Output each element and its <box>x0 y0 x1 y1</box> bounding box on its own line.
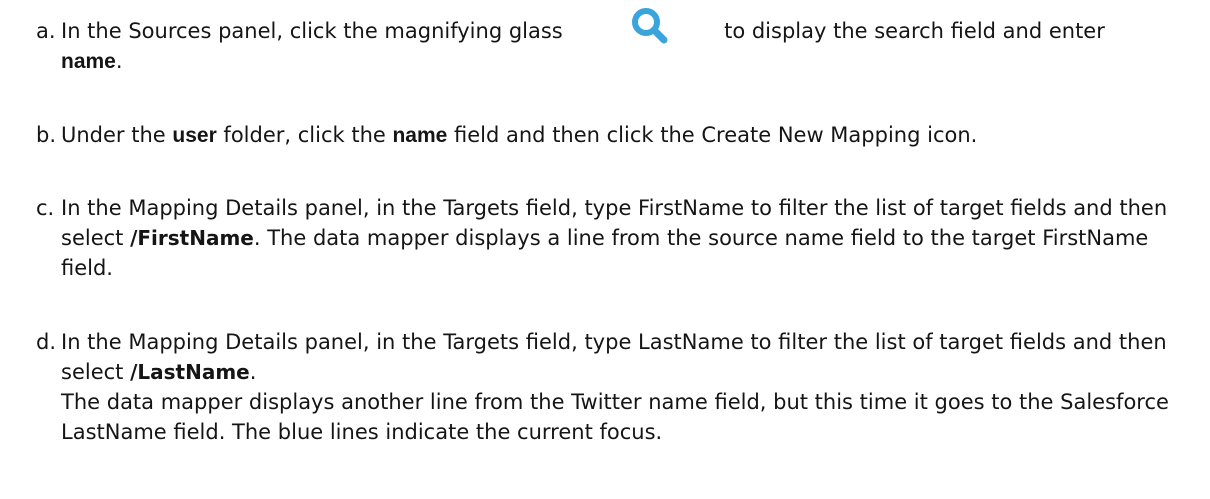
create-new-mapping-label: Create New Mapping <box>701 123 921 147</box>
step-marker: b. <box>36 123 57 147</box>
name-term: name <box>61 50 116 73</box>
step-a: a. In the Sources panel, click the magni… <box>36 8 1196 77</box>
targets-label: Targets <box>443 196 520 220</box>
search-icon <box>632 8 668 44</box>
name-term: name <box>784 226 845 250</box>
step-text: Under the user folder, click the name fi… <box>61 123 978 147</box>
step-text: In the Sources panel, click the magnifyi… <box>61 8 1196 77</box>
step-d: d. In the Mapping Details panel, in the … <box>36 327 1196 447</box>
sources-panel-label: Sources <box>128 19 212 43</box>
firstname-path: /FirstName <box>130 226 254 250</box>
step-c: c. In the Mapping Details panel, in the … <box>36 193 1196 283</box>
mapping-details-label: Mapping Details <box>128 330 298 354</box>
step-marker: c. <box>36 196 55 220</box>
step-marker: a. <box>36 19 56 43</box>
step-text: In the Mapping Details panel, in the Tar… <box>61 196 1168 280</box>
lastname-path: /LastName <box>130 360 250 384</box>
lastname-term: LastName <box>61 420 167 444</box>
name-term: name <box>648 390 708 414</box>
firstname-term: FirstName <box>638 196 745 220</box>
lastname-term: LastName <box>638 330 744 354</box>
mapping-details-label: Mapping Details <box>128 196 298 220</box>
user-folder-term: user <box>172 124 217 147</box>
step-b: b. Under the user folder, click the name… <box>36 120 1196 151</box>
document-page: a. In the Sources panel, click the magni… <box>0 0 1210 499</box>
name-term: name <box>392 124 448 147</box>
targets-label: Targets <box>443 330 520 354</box>
step-marker: d. <box>36 330 57 354</box>
step-text: In the Mapping Details panel, in the Tar… <box>61 330 1169 444</box>
firstname-term: FirstName <box>1042 226 1149 250</box>
